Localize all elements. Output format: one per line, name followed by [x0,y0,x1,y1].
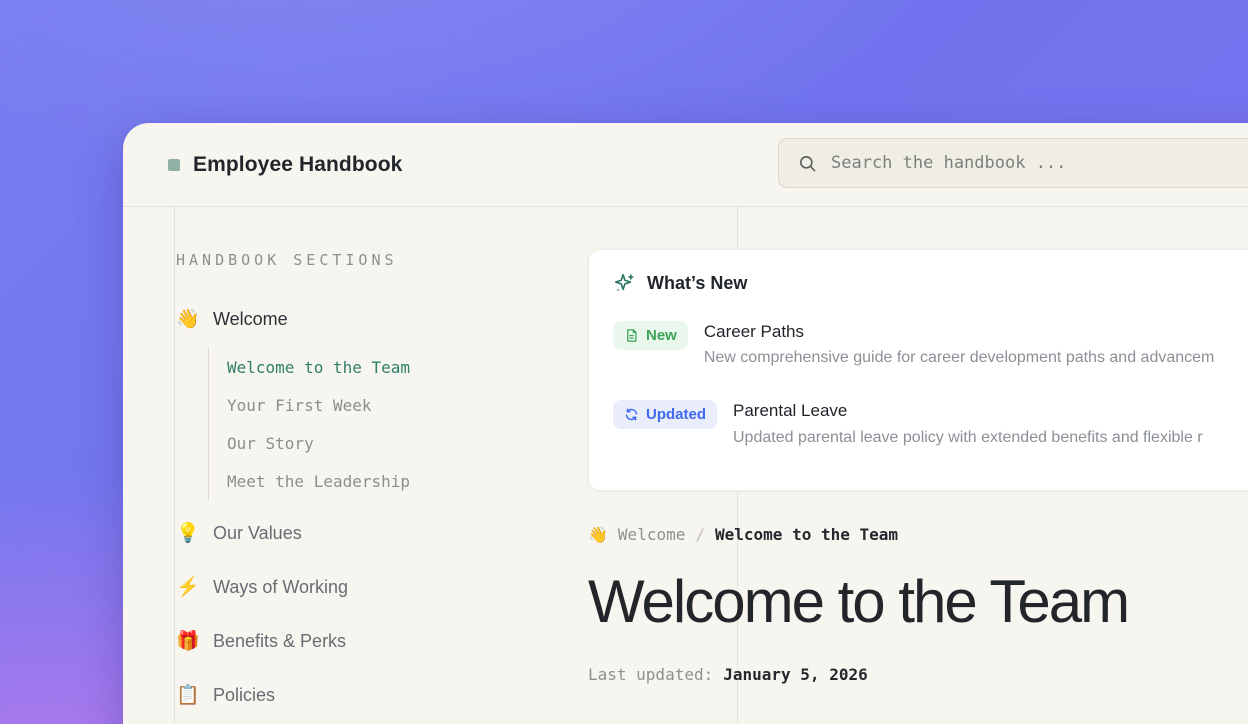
new-badge[interactable]: New [613,321,688,350]
last-updated-value: January 5, 2026 [723,665,868,684]
entry-description: New comprehensive guide for career devel… [704,349,1215,367]
whats-new-card: What’s New New Career Paths New comprehe… [588,249,1248,491]
search-icon [798,154,817,173]
breadcrumb-section[interactable]: Welcome [618,525,685,544]
welcome-sub-list: Welcome to the Team Your First Week Our … [208,348,554,500]
sidebar-section-label: HANDBOOK SECTIONS [176,251,554,270]
sparkle-icon [613,272,635,294]
app-title: Employee Handbook [193,153,402,177]
sub-item-welcome-to-the-team[interactable]: Welcome to the Team [227,348,554,386]
handbook-nav: 👋 Welcome Welcome to the Team Your First… [176,292,554,722]
entry-title-career-paths[interactable]: Career Paths [704,321,1215,342]
lightbulb-emoji-icon: 💡 [176,524,200,543]
entry-body: Parental Leave Updated parental leave po… [733,400,1203,446]
last-updated-label: Last updated: [588,665,713,684]
whats-new-header: What’s New [613,272,1248,294]
sidebar-item-welcome[interactable]: 👋 Welcome [176,292,554,346]
sidebar-item-label: Ways of Working [213,577,348,598]
lightning-emoji-icon: ⚡ [176,578,200,597]
sidebar-item-policies[interactable]: 📋 Policies [176,668,554,722]
wave-emoji-icon: 👋 [588,527,608,543]
app-window: Employee Handbook HANDBOOK SECTIONS 👋 We… [123,123,1248,724]
search-input[interactable] [831,153,1248,173]
sidebar-item-ways-of-working[interactable]: ⚡ Ways of Working [176,560,554,614]
wave-emoji-icon: 👋 [176,310,200,329]
clipboard-emoji-icon: 📋 [176,686,200,705]
breadcrumb-separator: / [695,525,705,544]
last-updated: Last updated: January 5, 2026 [588,665,1248,684]
entry-title-parental-leave[interactable]: Parental Leave [733,400,1203,421]
sub-item-our-story[interactable]: Our Story [227,424,554,462]
sidebar-item-our-values[interactable]: 💡 Our Values [176,506,554,560]
breadcrumb: 👋 Welcome / Welcome to the Team [588,525,1248,544]
sidebar-item-label: Welcome [213,309,288,330]
entry-body: Career Paths New comprehensive guide for… [704,321,1215,367]
gift-emoji-icon: 🎁 [176,632,200,651]
search-box[interactable] [778,138,1248,188]
updated-badge[interactable]: Updated [613,400,717,429]
sync-icon [624,407,639,422]
sub-item-your-first-week[interactable]: Your First Week [227,386,554,424]
whats-new-entry[interactable]: New Career Paths New comprehensive guide… [613,321,1248,367]
brand-square-icon [168,159,180,171]
main-content: What’s New New Career Paths New comprehe… [588,207,1248,684]
sidebar-item-label: Benefits & Perks [213,631,346,652]
breadcrumb-current-page: Welcome to the Team [715,525,898,544]
app-header: Employee Handbook [123,123,1248,207]
sidebar-item-label: Our Values [213,523,302,544]
badge-label: Updated [646,406,706,423]
brand: Employee Handbook [168,123,402,207]
document-icon [624,328,639,343]
sidebar-item-benefits-perks[interactable]: 🎁 Benefits & Perks [176,614,554,668]
page-title: Welcome to the Team [588,572,1248,632]
whats-new-title: What’s New [647,273,747,294]
whats-new-entry[interactable]: Updated Parental Leave Updated parental … [613,400,1248,446]
sidebar-item-label: Policies [213,685,275,706]
badge-label: New [646,327,677,344]
entry-description: Updated parental leave policy with exten… [733,429,1203,447]
sidebar: HANDBOOK SECTIONS 👋 Welcome Welcome to t… [174,207,554,722]
sub-item-meet-the-leadership[interactable]: Meet the Leadership [227,462,554,500]
